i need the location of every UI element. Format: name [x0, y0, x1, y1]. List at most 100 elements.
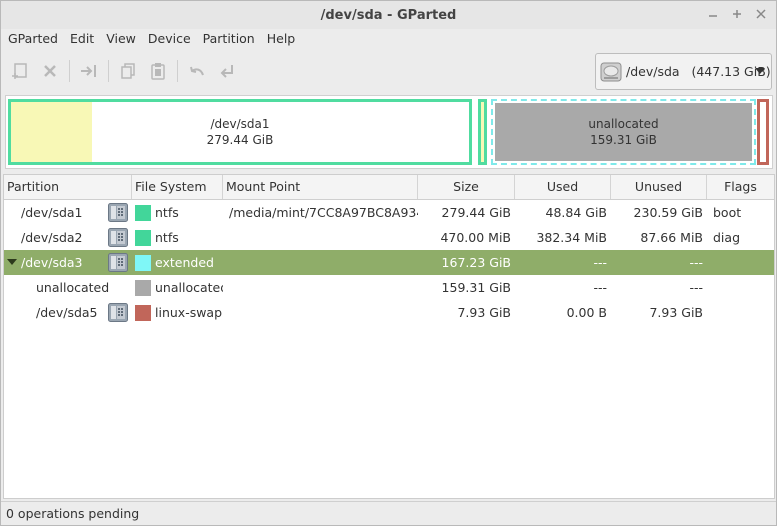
disk-graphic-sda2[interactable] — [478, 99, 487, 165]
delete-icon — [44, 65, 56, 77]
new-partition-button[interactable] — [5, 56, 35, 86]
close-button[interactable] — [754, 5, 768, 23]
flags-cell: boot — [713, 205, 742, 220]
resize-move-icon — [81, 65, 96, 77]
toolbar: /dev/sda (447.13 GiB) — [1, 53, 776, 90]
fs-color-swatch — [135, 304, 151, 321]
resize-move-button[interactable] — [74, 56, 104, 86]
partition-name: /dev/sda2 — [21, 230, 83, 245]
menu-gparted[interactable]: GParted — [2, 31, 64, 46]
used-space-fill — [11, 102, 92, 162]
disk-graphic-extended[interactable]: unallocated 159.31 GiB — [491, 99, 756, 165]
size-cell: 470.00 MiB — [440, 230, 511, 245]
fs-name: ntfs — [155, 205, 179, 220]
menu-edit[interactable]: Edit — [64, 31, 100, 46]
status-bar: 0 operations pending — [1, 501, 776, 525]
unused-cell: 87.66 MiB — [640, 230, 703, 245]
close-icon — [756, 9, 766, 19]
disk-graphic-sda5[interactable] — [757, 99, 769, 165]
file-system-cell: extended — [132, 250, 223, 275]
device-label: /dev/sda (447.13 GiB) — [626, 64, 771, 79]
apply-icon — [220, 65, 233, 78]
unallocated-name: unallocated — [588, 117, 659, 131]
mounted-lock-icon — [108, 228, 128, 247]
partition-table: Partition File System Mount Point Size U… — [3, 174, 775, 499]
fs-color-swatch — [135, 279, 151, 296]
used-cell: 0.00 B — [566, 305, 607, 320]
file-system-cell: linux-swap — [132, 300, 223, 325]
fs-name: linux-swap — [155, 305, 223, 320]
table-row[interactable]: /dev/sda5 linux-swap 7.93 GiB 0.00 B 7.9… — [4, 300, 774, 325]
disk-graphic-unallocated[interactable]: unallocated 159.31 GiB — [495, 103, 752, 161]
partition-name: /dev/sda1 — [21, 205, 83, 220]
used-cell: 382.34 MiB — [536, 230, 607, 245]
minimize-button[interactable] — [706, 5, 720, 23]
copy-icon — [121, 63, 135, 79]
table-row[interactable]: /dev/sda1 ntfs /media/mint/7CC8A97BC8A93… — [4, 200, 774, 225]
col-header-partition[interactable]: Partition — [4, 175, 132, 199]
partition-cell: /dev/sda5 — [4, 300, 132, 325]
apply-button[interactable] — [212, 56, 242, 86]
disk-graphic-sda1[interactable]: /dev/sda1 279.44 GiB — [8, 99, 472, 165]
size-cell: 167.23 GiB — [441, 255, 511, 270]
toolbar-separator — [69, 60, 70, 82]
menu-bar: GParted Edit View Device Partition Help — [1, 27, 776, 49]
disk-graphic: /dev/sda1 279.44 GiB unallocated 159.31 … — [5, 95, 773, 169]
title-bar: /dev/sda - GParted — [1, 1, 776, 29]
col-header-used[interactable]: Used — [515, 175, 611, 199]
paste-button[interactable] — [143, 56, 173, 86]
expander-triangle-icon[interactable] — [7, 259, 17, 266]
table-row[interactable]: unallocated unallocated 159.31 GiB --- -… — [4, 275, 774, 300]
size-cell: 279.44 GiB — [441, 205, 511, 220]
unallocated-size: 159.31 GiB — [590, 133, 657, 147]
fs-name: ntfs — [155, 230, 179, 245]
mounted-lock-icon — [108, 203, 128, 222]
col-header-flags[interactable]: Flags — [707, 175, 774, 199]
copy-button[interactable] — [113, 56, 143, 86]
toolbar-separator — [177, 60, 178, 82]
sda1-name: /dev/sda1 — [210, 117, 270, 131]
menu-device[interactable]: Device — [142, 31, 197, 46]
mounted-lock-icon — [108, 253, 128, 272]
fs-color-swatch — [135, 204, 151, 221]
sda1-text: /dev/sda1 279.44 GiB — [207, 116, 274, 148]
partition-cell: unallocated — [4, 275, 132, 300]
used-space-fill — [481, 102, 484, 162]
table-header: Partition File System Mount Point Size U… — [4, 175, 774, 200]
chevron-down-icon — [755, 68, 765, 74]
window-title: /dev/sda - GParted — [320, 7, 457, 23]
flags-cell: diag — [713, 230, 741, 245]
new-partition-icon — [12, 63, 27, 79]
unused-cell: 7.93 GiB — [649, 305, 703, 320]
col-header-mount-point[interactable]: Mount Point — [223, 175, 418, 199]
col-header-unused[interactable]: Unused — [611, 175, 707, 199]
table-row-selected[interactable]: /dev/sda3 extended 167.23 GiB --- --- — [4, 250, 774, 275]
used-cell: --- — [593, 255, 607, 270]
col-header-file-system[interactable]: File System — [132, 175, 223, 199]
menu-view[interactable]: View — [100, 31, 142, 46]
device-selector[interactable]: /dev/sda (447.13 GiB) — [595, 53, 772, 90]
undo-button[interactable] — [182, 56, 212, 86]
partition-cell: /dev/sda2 — [4, 225, 132, 250]
file-system-cell: ntfs — [132, 225, 223, 250]
size-cell: 159.31 GiB — [441, 280, 511, 295]
fs-name: extended — [155, 255, 214, 270]
mount-point-cell: /media/mint/7CC8A97BC8A93474 — [229, 205, 418, 220]
delete-partition-button[interactable] — [35, 56, 65, 86]
partition-cell: /dev/sda3 — [4, 250, 132, 275]
table-row[interactable]: /dev/sda2 ntfs 470.00 MiB 382.34 MiB 87.… — [4, 225, 774, 250]
gparted-window: /dev/sda - GParted GParted Edit View Dev… — [0, 0, 777, 526]
maximize-button[interactable] — [730, 5, 744, 23]
sda1-size: 279.44 GiB — [206, 133, 274, 147]
minimize-icon — [709, 15, 717, 17]
file-system-cell: ntfs — [132, 200, 223, 225]
menu-partition[interactable]: Partition — [197, 31, 261, 46]
window-controls — [706, 5, 768, 23]
plus-icon — [733, 10, 741, 18]
menu-help[interactable]: Help — [261, 31, 302, 46]
partition-cell: /dev/sda1 — [4, 200, 132, 225]
unused-cell: --- — [689, 255, 703, 270]
file-system-cell: unallocated — [132, 275, 223, 300]
col-header-size[interactable]: Size — [418, 175, 515, 199]
unused-cell: --- — [689, 280, 703, 295]
